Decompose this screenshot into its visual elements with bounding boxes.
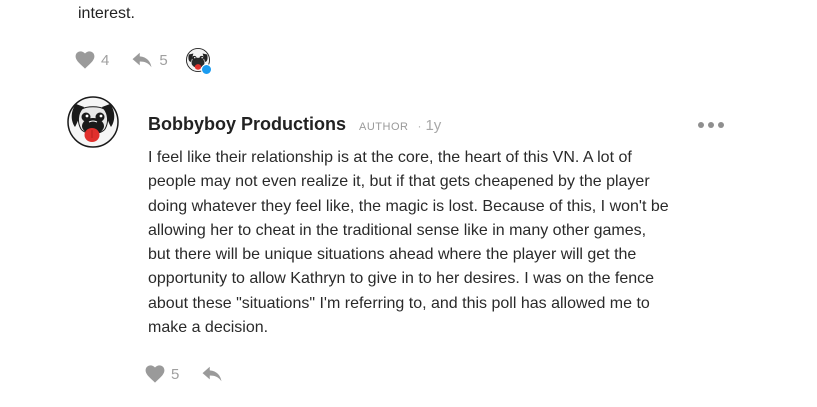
pug-avatar-icon	[67, 96, 119, 148]
reply-count: 5	[159, 51, 168, 69]
author-avatar[interactable]	[67, 96, 119, 148]
reply-button[interactable]	[201, 365, 223, 383]
reply-icon	[132, 52, 152, 68]
meta-separator: ·	[417, 119, 422, 133]
comment-line: people may not even realize it, but if t…	[148, 173, 650, 191]
comment-actions: 5	[145, 361, 223, 387]
more-options-button[interactable]	[698, 118, 724, 132]
verified-badge	[200, 64, 212, 75]
more-options-icon	[698, 122, 704, 128]
author-badge: AUTHOR	[359, 121, 409, 133]
comment-line: I feel like their relationship is at the…	[148, 149, 632, 166]
like-button[interactable]: 4	[75, 51, 109, 69]
like-count: 5	[171, 365, 180, 383]
comment-line: about these "situations" I'm referring t…	[148, 294, 650, 312]
previous-comment-text: interest.	[78, 5, 135, 22]
comment-line: opportunity to allow Kathryn to give in …	[148, 270, 655, 288]
comment-timestamp[interactable]: 1y	[425, 117, 441, 134]
comment-header: Bobbyboy Productions AUTHOR · 1y	[148, 114, 441, 135]
comment-line: doing whatever they feel like, the magic…	[148, 197, 669, 215]
like-button[interactable]: 5	[145, 365, 179, 383]
comment-line: but there will be unique situations ahea…	[148, 246, 637, 264]
heart-icon	[145, 365, 165, 383]
like-count: 4	[101, 51, 110, 69]
comment-line: allowing her to cheat in the traditional…	[148, 221, 647, 239]
comment-thread: interest. 4 5 Bobbyboy Productions AUTHO…	[0, 0, 817, 407]
reply-button[interactable]: 5	[131, 51, 168, 69]
previous-comment-actions: 4 5	[75, 47, 212, 75]
author-name[interactable]: Bobbyboy Productions	[148, 114, 346, 135]
comment-line: make a decision.	[148, 319, 269, 337]
comment-body: I feel like their relationship is at the…	[148, 146, 738, 340]
replier-avatar[interactable]	[185, 48, 212, 75]
heart-icon	[75, 51, 95, 69]
reply-icon	[202, 366, 222, 382]
